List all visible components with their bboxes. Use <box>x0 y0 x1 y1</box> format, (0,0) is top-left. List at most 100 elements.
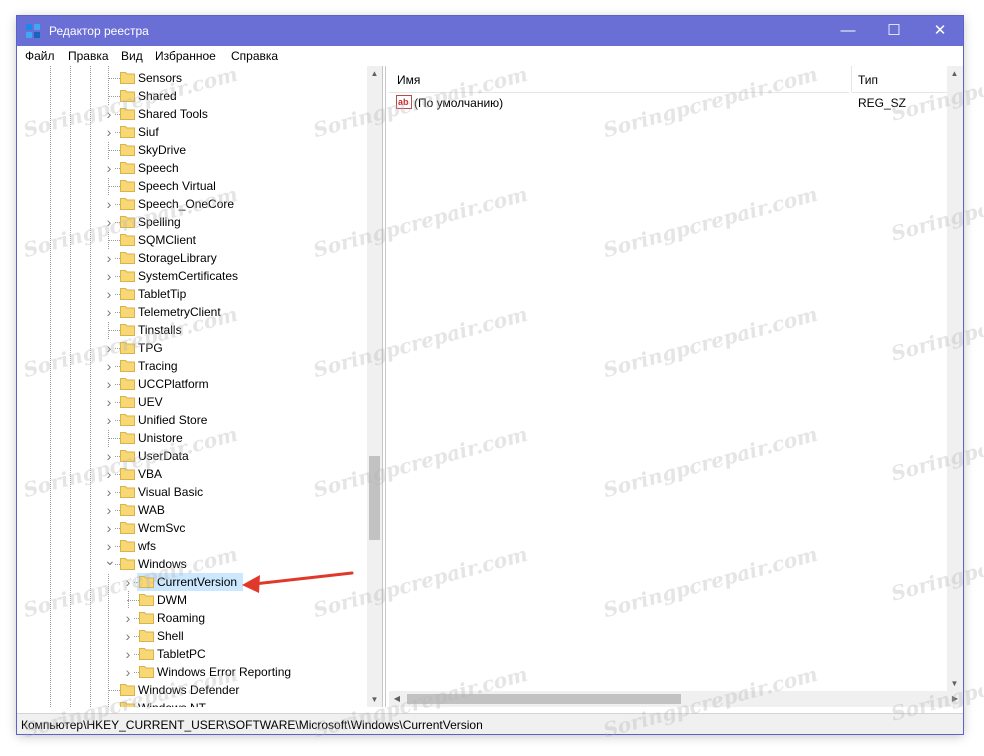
values-vertical-scrollbar[interactable]: ▲ ▼ <box>947 66 963 691</box>
tree-item[interactable]: SkyDrive <box>18 141 366 159</box>
tree-item[interactable]: Windows Defender <box>18 681 366 699</box>
maximize-button[interactable]: ☐ <box>871 16 917 46</box>
value-row[interactable]: ab (По умолчанию) REG_SZ <box>389 92 947 112</box>
chevron-right-icon[interactable]: › <box>104 159 114 177</box>
tree-item[interactable]: Unistore <box>18 429 366 447</box>
tree-item[interactable]: › WAB <box>18 501 366 519</box>
tree-item[interactable]: › TabletTip <box>18 285 366 303</box>
folder-icon <box>120 558 135 570</box>
chevron-right-icon[interactable]: › <box>123 609 133 627</box>
minimize-button[interactable]: — <box>825 16 871 46</box>
chevron-right-icon[interactable]: › <box>104 339 114 357</box>
red-pointer-arrow-icon <box>242 571 354 593</box>
status-bar: Компьютер\HKEY_CURRENT_USER\SOFTWARE\Mic… <box>17 713 963 734</box>
values-scroll-up-icon[interactable]: ▲ <box>947 66 962 81</box>
chevron-right-icon[interactable]: › <box>104 285 114 303</box>
tree-item[interactable]: › wfs <box>18 537 366 555</box>
tree-item[interactable]: › WcmSvc <box>18 519 366 537</box>
tree-item[interactable]: › Tracing <box>18 357 366 375</box>
folder-icon <box>139 630 154 642</box>
folder-icon <box>120 522 135 534</box>
tree-item[interactable]: › Spelling <box>18 213 366 231</box>
chevron-right-icon[interactable]: › <box>104 357 114 375</box>
chevron-right-icon[interactable]: › <box>104 393 114 411</box>
tree-item[interactable]: Windows NT <box>18 699 366 707</box>
column-header-type[interactable]: Тип <box>852 66 947 93</box>
chevron-right-icon[interactable]: › <box>123 573 133 591</box>
values-scroll-thumb[interactable] <box>407 694 681 704</box>
string-value-icon: ab <box>396 95 412 109</box>
folder-icon <box>120 450 135 462</box>
tree-item[interactable]: › Shared Tools <box>18 105 366 123</box>
chevron-right-icon[interactable]: › <box>104 249 114 267</box>
tree-item[interactable]: › TelemetryClient <box>18 303 366 321</box>
tree-item[interactable]: Speech Virtual <box>18 177 366 195</box>
tree-item[interactable]: Tinstalls <box>18 321 366 339</box>
scroll-left-icon[interactable]: ◀ <box>389 691 405 707</box>
chevron-right-icon[interactable]: › <box>104 303 114 321</box>
tree-item[interactable]: › TPG <box>18 339 366 357</box>
menu-view[interactable]: Вид <box>121 49 143 63</box>
tree-item[interactable]: › Shell <box>18 627 366 645</box>
tree-item[interactable]: › Speech <box>18 159 366 177</box>
folder-icon <box>120 126 135 138</box>
tree-item[interactable]: Shared <box>18 87 366 105</box>
chevron-down-icon[interactable]: ⌄ <box>104 553 116 573</box>
chevron-right-icon[interactable]: › <box>104 105 114 123</box>
tree-item[interactable]: › Roaming <box>18 609 366 627</box>
chevron-right-icon[interactable]: › <box>104 123 114 141</box>
chevron-right-icon[interactable]: › <box>123 627 133 645</box>
tree-item[interactable]: › Visual Basic <box>18 483 366 501</box>
chevron-right-icon[interactable]: › <box>104 465 114 483</box>
chevron-right-icon[interactable]: › <box>104 195 114 213</box>
chevron-right-icon[interactable]: › <box>104 501 114 519</box>
chevron-right-icon[interactable]: › <box>123 645 133 663</box>
scroll-down-icon[interactable]: ▼ <box>367 692 382 707</box>
folder-icon <box>139 648 154 660</box>
chevron-right-icon[interactable]: › <box>104 267 114 285</box>
menu-file[interactable]: Файл <box>25 49 55 63</box>
maximize-icon: ☐ <box>887 22 901 39</box>
folder-icon <box>139 576 154 588</box>
column-header-type-label: Тип <box>858 73 879 87</box>
tree-item[interactable]: › SystemCertificates <box>18 267 366 285</box>
values-horizontal-scrollbar[interactable]: ◀ ▶ <box>389 691 963 707</box>
chevron-right-icon[interactable]: › <box>123 663 133 681</box>
scroll-right-icon[interactable]: ▶ <box>947 691 963 707</box>
chevron-right-icon[interactable]: › <box>104 411 114 429</box>
tree-vertical-scrollbar[interactable]: ▲ ▼ <box>367 66 382 707</box>
tree-item[interactable]: › TabletPC <box>18 645 366 663</box>
folder-icon <box>120 540 135 552</box>
column-header-name[interactable]: Имя <box>389 66 849 93</box>
tree-item[interactable]: › Unified Store <box>18 411 366 429</box>
tree-scroll-thumb[interactable] <box>369 456 380 540</box>
tree-item-label: Tracing <box>138 359 178 373</box>
tree-item[interactable]: › UEV <box>18 393 366 411</box>
scroll-up-icon[interactable]: ▲ <box>367 66 382 81</box>
chevron-right-icon[interactable]: › <box>104 519 114 537</box>
close-button[interactable]: ✕ <box>917 16 963 46</box>
menu-favorites[interactable]: Избранное <box>155 49 216 63</box>
folder-icon <box>120 108 135 120</box>
tree-item[interactable]: › StorageLibrary <box>18 249 366 267</box>
menu-help[interactable]: Справка <box>231 49 278 63</box>
values-scroll-down-icon[interactable]: ▼ <box>947 676 962 691</box>
tree-item[interactable]: › Speech_OneCore <box>18 195 366 213</box>
title-bar[interactable]: Редактор реестра — ☐ ✕ <box>17 16 963 46</box>
tree-item[interactable]: › VBA <box>18 465 366 483</box>
tree-item[interactable]: › UserData <box>18 447 366 465</box>
tree-item[interactable]: › Siuf <box>18 123 366 141</box>
tree-item[interactable]: Sensors <box>18 69 366 87</box>
tree-item[interactable]: › Windows Error Reporting <box>18 663 366 681</box>
chevron-right-icon[interactable]: › <box>104 483 114 501</box>
values-pane[interactable]: Имя Тип ab (По умолчанию) REG_SZ ▲ ▼ ◀ ▶ <box>389 66 963 707</box>
chevron-right-icon[interactable]: › <box>104 213 114 231</box>
chevron-right-icon[interactable]: › <box>104 447 114 465</box>
tree-item[interactable]: › UCCPlatform <box>18 375 366 393</box>
tree-item[interactable]: SQMClient <box>18 231 366 249</box>
chevron-right-icon[interactable]: › <box>104 375 114 393</box>
menu-edit[interactable]: Правка <box>68 49 109 63</box>
folder-icon <box>120 180 135 192</box>
key-tree-pane[interactable]: Sensors Shared › Shared Tools › Siuf SkyDrive ›… <box>18 66 383 707</box>
tree-item-label: SkyDrive <box>138 143 187 157</box>
